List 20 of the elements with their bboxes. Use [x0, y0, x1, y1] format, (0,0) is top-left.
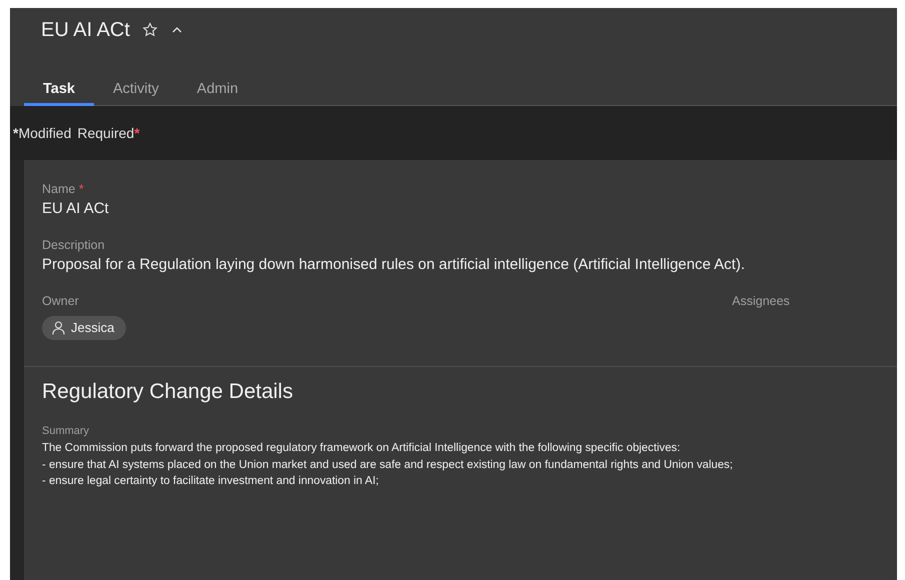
field-label: Summary [42, 425, 90, 437]
modified-mark: * [13, 125, 18, 141]
required-mark: * [78, 182, 84, 196]
section-title: Regulatory Change Details [42, 380, 294, 404]
required-mark: * [134, 125, 140, 141]
field-label: Assignees [732, 294, 790, 308]
field-value: EU AI ACt [42, 200, 110, 217]
star-icon[interactable] [142, 22, 158, 38]
field-label: Owner [42, 294, 80, 308]
owner-chip[interactable]: Jessica [42, 316, 126, 340]
field-label: Description [42, 238, 105, 252]
tab[interactable]: Admin [178, 74, 258, 106]
summary-text: The Commission puts forward the proposed regulatory framework on Artificial Intelligence with the following specific objectives: - ensure that AI systems placed on the Union market and used are safe and respect existing law on fundamental rights and Union values; - ensure legal certainty to facilitate investment and innovation in AI; [42, 441, 734, 490]
legend-label: Required [77, 125, 134, 141]
field-value: Proposal for a Regulation laying down harmonised rules on artificial intelligence (Artificial Intelligence Act). [42, 256, 746, 273]
page-title: EU AI ACt [41, 18, 130, 42]
legend-label: Modified [18, 125, 72, 141]
person-icon [52, 320, 65, 334]
field-label: Name [42, 182, 76, 196]
tab[interactable]: Activity [94, 74, 178, 106]
